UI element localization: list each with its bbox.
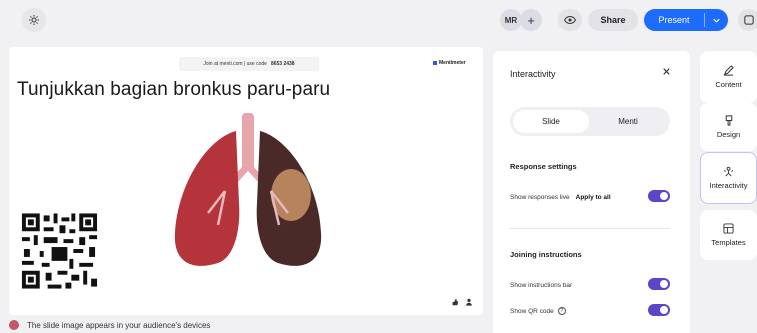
settings-button[interactable] [22,8,46,32]
slide-title[interactable]: Tunjukkan bagian bronkus paru-paru [17,79,330,101]
panel-title: Interactivity [510,69,556,79]
response-settings-heading: Response settings [510,162,577,171]
rail-content-label: Content [715,80,742,89]
slide-menti-toggle: Slide Menti [510,107,670,136]
brand-name: Mentimeter [439,60,466,66]
show-qr-code-label: Show QR code [510,307,554,315]
slide-reactions [451,298,473,306]
apply-to-all-link[interactable]: Apply to all [576,194,611,201]
lungs-thumbnail-icon [9,320,19,330]
rail-interactivity[interactable]: Interactivity [700,152,757,204]
interactivity-panel: Interactivity Slide Menti Response setti… [493,51,690,333]
present-menu-button[interactable] [705,18,728,23]
person-icon[interactable] [465,298,473,306]
joining-instructions-heading: Joining instructions [510,250,582,259]
slide-canvas[interactable]: Join at menti.com | use code 8653 2438 M… [9,47,483,315]
avatar[interactable]: MR [500,9,522,31]
present-button[interactable]: Present [644,9,728,31]
eye-icon [564,16,576,24]
brand-logo: Mentimeter [433,60,466,66]
section-divider [510,228,670,229]
join-text: Join at menti.com | use code [203,61,267,67]
top-bar: MR + Share Present [0,0,757,40]
close-panel-button[interactable] [663,67,670,78]
keyboard-icon [744,15,754,25]
help-icon[interactable]: ? [557,307,566,315]
thumbs-up-icon[interactable] [451,298,459,306]
brand-mark-icon [433,61,437,65]
show-responses-live-label: Show responses live [510,193,570,201]
join-instructions-bar: Join at menti.com | use code 8653 2438 [179,57,319,71]
rail-interactivity-label: Interactivity [709,181,748,190]
show-responses-live-row: Show responses live Apply to all [510,190,670,204]
qr-code [18,209,101,293]
shortcuts-button[interactable] [738,9,757,31]
gear-icon [29,15,39,25]
show-instructions-bar-label: Show instructions bar [510,281,573,289]
present-label: Present [658,15,690,25]
brush-icon [725,115,732,126]
pencil-icon [723,65,734,76]
chevron-down-icon [713,18,720,23]
join-code: 8653 2438 [270,61,295,67]
add-collaborator-button[interactable]: + [520,9,542,31]
rail-design[interactable]: Design [700,103,757,151]
tab-menti[interactable]: Menti [589,117,667,126]
rail-content[interactable]: Content [700,51,757,103]
close-icon [663,68,670,75]
show-qr-code-toggle[interactable] [648,304,670,316]
rail-templates-label: Templates [711,238,746,247]
rail-templates[interactable]: Templates [700,210,757,260]
show-instructions-bar-row: Show instructions bar [510,278,670,292]
lung-left [174,131,240,266]
preview-button[interactable] [558,9,582,31]
templates-icon [723,223,734,234]
share-button[interactable]: Share [588,9,638,31]
caption-text: The slide image appears in your audience… [27,320,211,330]
tab-slide[interactable]: Slide [513,110,589,133]
interactivity-icon [723,166,734,177]
slide-image-caption: The slide image appears in your audience… [9,320,210,330]
show-instructions-bar-toggle[interactable] [648,278,670,290]
show-qr-code-row: Show QR code ? [510,304,670,318]
trachea [242,113,254,171]
rail-design-label: Design [716,130,741,139]
show-responses-live-toggle[interactable] [648,190,670,202]
lungs-image[interactable] [163,113,333,275]
